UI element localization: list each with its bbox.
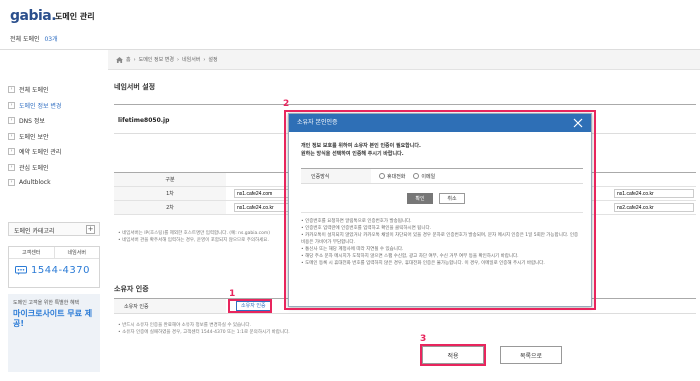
sidebar-item-all-domains[interactable]: › 전체 도메인 [8,82,61,98]
breadcrumb-item-home[interactable]: 홈 [126,56,131,63]
owner-verification-label: 소유자 인증 [114,299,226,313]
domain-name: lifetime8050.jp [118,117,170,124]
sidebar: › 전체 도메인 › 도메인 정보 변경 › DNS 정보 › 도메인 보안 › 예약 도… [0,50,108,381]
chevron-right-icon: › [8,86,15,94]
breadcrumb-bar: 홈 › 도메인 정보 변경 › 네임서버 › 설정 [108,50,700,70]
annotation-number-2: 2 [283,99,290,109]
nameserver-notes: • 네임서버는 IP(호스팅)를 제외한 호스트명만 입력합니다. (예: ns… [118,230,270,244]
add-category-button[interactable]: + [86,225,95,234]
tab-nameserver[interactable]: 네임서버 [53,247,100,258]
home-icon[interactable] [116,56,123,63]
ns2-right-input[interactable] [614,203,694,212]
annotation-box-modal [284,110,596,310]
chat-icon [15,266,27,275]
annotation-box-apply [420,344,486,366]
sidebar-item-adultblock[interactable]: › Adultblock [8,175,61,191]
chevron-right-icon: › [8,117,15,125]
back-to-list-button[interactable]: 목록으로 [500,346,562,364]
owner-section-title: 소유자 인증 [114,285,149,293]
nameserver-section-title: 네임서버 설정 [114,83,156,91]
promo-title: 마이크로사이트 무료 제공! [13,309,93,328]
ns1-right-input[interactable] [614,189,694,198]
chevron-right-icon: › [8,179,15,187]
domain-category-bar: 도메인 카테고리 + [8,222,100,236]
breadcrumb-item-nameserver[interactable]: 네임서버 [182,56,200,63]
breadcrumb: 홈 › 도메인 정보 변경 › 네임서버 › 설정 [116,56,218,63]
list-item: • 네임서버는 IP(호스팅)를 제외한 호스트명만 입력합니다. (예: ns… [118,231,271,236]
sidebar-item-security[interactable]: › 도메인 보안 [8,129,61,145]
list-item: • 네임서버 관을 확주서해 입력하는 경우, 운영이 포함되지 않으므로 주의… [118,238,269,243]
sidebar-menu: › 전체 도메인 › 도메인 정보 변경 › DNS 정보 › 도메인 보안 › 예약 도… [8,82,61,191]
gabia-logo[interactable]: gabia. [10,8,57,24]
sidebar-item-dns[interactable]: › DNS 정보 [8,113,61,129]
customer-center-phone: 1544-4370 [31,265,91,276]
sidebar-item-domain-info[interactable]: › 도메인 정보 변경 [8,98,61,114]
list-item: • 반드시 소유자 인증을 완료해야 소유자 정보를 변경하실 수 있습니다. [118,323,251,328]
list-item: • 소유자 인증에 실패하였을 경우, 고객센터 1544-4370 또는 1:… [118,330,290,335]
sidebar-item-reserved[interactable]: › 예약 도메인 관리 [8,144,61,160]
customer-center-box: 고객센터 네임서버 1544-4370 [8,246,100,288]
breadcrumb-item-settings: 설정 [208,57,218,63]
promo-subtitle: 도메인 고객을 위한 특별한 혜택 [13,300,80,306]
domain-count: 전체 도메인 03개 [10,34,58,43]
column-header-type: 구분 [114,173,226,186]
ns-row-label: 2차 [114,201,226,214]
tab-customer-center[interactable]: 고객센터 [9,247,54,258]
domain-count-label: 전체 도메인 [10,36,40,43]
chevron-right-icon: › [8,163,15,171]
ns-row-label: 1차 [114,187,226,200]
annotation-number-1: 1 [229,289,236,299]
app-title: 도메인 관리 [55,12,95,21]
header: gabia. 도메인 관리 전체 도메인 03개 [0,0,700,50]
sidebar-item-interest[interactable]: › 관심 도메인 [8,160,61,176]
chevron-right-icon: › [8,132,15,140]
promo-banner[interactable]: 도메인 고객을 위한 특별한 혜택 마이크로사이트 무료 제공! [8,294,100,372]
annotation-number-3: 3 [420,334,427,344]
owner-notes: • 반드시 소유자 인증을 완료해야 소유자 정보를 변경하실 수 있습니다. … [118,322,290,336]
breadcrumb-item-domain-info[interactable]: 도메인 정보 변경 [139,56,174,63]
domain-category-label: 도메인 카테고리 [14,228,55,235]
chevron-right-icon: › [8,101,15,109]
domain-count-value[interactable]: 03개 [44,36,57,43]
annotation-box-verify [228,299,272,313]
chevron-right-icon: › [8,148,15,156]
